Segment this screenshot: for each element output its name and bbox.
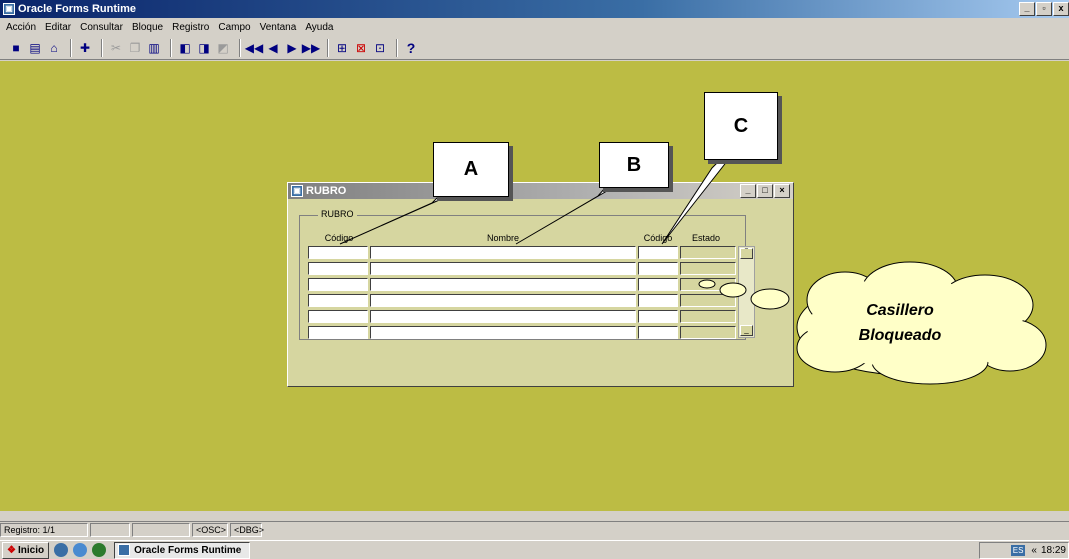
codigo2-cell[interactable] xyxy=(638,326,678,339)
insert-row-icon[interactable]: ⊞ xyxy=(334,40,350,56)
nombre-cell[interactable] xyxy=(370,294,636,307)
record-status: Registro: 1/1 xyxy=(0,522,88,537)
codigo-cell[interactable] xyxy=(308,278,368,291)
rubro-close-button[interactable]: × xyxy=(774,184,790,198)
system-tray: ES « 18:29 xyxy=(979,542,1069,559)
estado-cell xyxy=(680,278,736,291)
nombre-cell[interactable] xyxy=(370,246,636,259)
taskbar: ❖ Inicio Oracle Forms Runtime ES « 18:29 xyxy=(0,540,1069,559)
maximize-button[interactable]: ▫ xyxy=(1036,2,1052,16)
frame-label: RUBRO xyxy=(318,209,357,219)
help-icon[interactable]: ? xyxy=(403,40,419,56)
codigo2-cell[interactable] xyxy=(638,278,678,291)
callout-b: B xyxy=(599,142,669,188)
rubro-maximize-button[interactable]: □ xyxy=(757,184,773,198)
col-estado: Estado xyxy=(691,233,721,243)
previous-block-icon[interactable]: ◀◀ xyxy=(245,40,263,56)
enter-query-icon[interactable]: ◧ xyxy=(177,40,193,56)
ie-icon[interactable] xyxy=(54,543,69,557)
menu-registro[interactable]: Registro xyxy=(172,22,209,33)
dbg-indicator: <DBG> xyxy=(230,522,264,537)
menu-accion[interactable]: Acción xyxy=(6,22,36,33)
menu-consultar[interactable]: Consultar xyxy=(80,22,123,33)
oracle-forms-icon: ▣ xyxy=(3,3,15,15)
form-icon: ▣ xyxy=(291,185,303,197)
minimize-button[interactable]: _ xyxy=(1019,2,1035,16)
scroll-down-icon[interactable]: _ xyxy=(740,325,753,336)
callout-a: A xyxy=(433,142,509,197)
insert-record-icon[interactable]: ✚ xyxy=(77,40,93,56)
codigo-cell[interactable] xyxy=(308,310,368,323)
task-oracle-forms[interactable]: Oracle Forms Runtime xyxy=(114,541,251,559)
app-title: Oracle Forms Runtime xyxy=(18,3,136,15)
exit-icon[interactable]: ⌂ xyxy=(46,40,62,56)
col-codigo: Código xyxy=(324,233,354,243)
language-indicator[interactable]: ES xyxy=(1010,545,1026,556)
menu-bar: Acción Editar Consultar Bloque Registro … xyxy=(0,18,1069,36)
nombre-cell[interactable] xyxy=(370,310,636,323)
col-nombre: Nombre xyxy=(486,233,519,243)
toolbar: ■ ▤ ⌂ ✚ ✂ ❐ ▥ ◧ ◨ ◩ ◀◀ ◀ ▶ ▶▶ ⊞ ⊠ ⊡ ? xyxy=(0,36,1069,60)
estado-cell xyxy=(680,262,736,275)
cancel-query-icon[interactable]: ◩ xyxy=(215,40,231,56)
save-icon[interactable]: ■ xyxy=(8,40,24,56)
codigo-cell[interactable] xyxy=(308,326,368,339)
menu-bloque[interactable]: Bloque xyxy=(132,22,163,33)
cut-icon[interactable]: ✂ xyxy=(108,40,124,56)
rubro-title: RUBRO xyxy=(306,185,347,197)
osc-indicator: <OSC> xyxy=(192,522,228,537)
app-title-bar: ▣ Oracle Forms Runtime _ ▫ x xyxy=(0,0,1069,18)
estado-cell xyxy=(680,294,736,307)
menu-ventana[interactable]: Ventana xyxy=(260,22,297,33)
estado-cell xyxy=(680,246,736,259)
menu-campo[interactable]: Campo xyxy=(218,22,250,33)
media-icon[interactable] xyxy=(92,543,107,557)
cloud-label: Casillero Bloqueado xyxy=(858,302,942,344)
codigo-cell[interactable] xyxy=(308,246,368,259)
tray-arrows[interactable]: « xyxy=(1031,545,1037,556)
nombre-cell[interactable] xyxy=(370,262,636,275)
rubro-minimize-button[interactable]: _ xyxy=(740,184,756,198)
windows-icon: ❖ xyxy=(7,544,16,556)
paste-icon[interactable]: ▥ xyxy=(146,40,162,56)
delete-row-icon[interactable]: ⊠ xyxy=(353,40,369,56)
vertical-scrollbar[interactable]: ‾ _ xyxy=(738,246,755,338)
print-icon[interactable]: ▤ xyxy=(27,40,43,56)
clock: 18:29 xyxy=(1040,545,1066,556)
codigo2-cell[interactable] xyxy=(638,294,678,307)
col-codigo-2: Código xyxy=(643,233,673,243)
status-seg-3 xyxy=(132,522,190,537)
scroll-up-icon[interactable]: ‾ xyxy=(740,248,753,259)
codigo-cell[interactable] xyxy=(308,294,368,307)
callout-c: C xyxy=(704,92,778,160)
rubro-window: ▣ RUBRO _ □ × RUBRO Código Nombre Código… xyxy=(287,182,794,387)
estado-cell xyxy=(680,326,736,339)
status-bar: Registro: 1/1 <OSC> <DBG> xyxy=(0,521,1069,537)
nombre-cell[interactable] xyxy=(370,326,636,339)
copy-icon[interactable]: ❐ xyxy=(127,40,143,56)
next-record-icon[interactable]: ▶ xyxy=(284,40,300,56)
menu-editar[interactable]: Editar xyxy=(45,22,71,33)
desktop-icon[interactable] xyxy=(73,543,88,557)
close-button[interactable]: x xyxy=(1053,2,1069,16)
rubro-title-bar: ▣ RUBRO _ □ × xyxy=(288,183,793,199)
start-button[interactable]: ❖ Inicio xyxy=(2,541,50,559)
status-seg-2 xyxy=(90,522,130,537)
codigo2-cell[interactable] xyxy=(638,262,678,275)
estado-cell xyxy=(680,310,736,323)
previous-record-icon[interactable]: ◀ xyxy=(265,40,281,56)
codigo2-cell[interactable] xyxy=(638,310,678,323)
oracle-forms-task-icon xyxy=(118,544,131,556)
nombre-cell[interactable] xyxy=(370,278,636,291)
codigo-cell[interactable] xyxy=(308,262,368,275)
codigo2-cell[interactable] xyxy=(638,246,678,259)
next-block-icon[interactable]: ▶▶ xyxy=(302,40,320,56)
execute-query-icon[interactable]: ◨ xyxy=(196,40,212,56)
menu-ayuda[interactable]: Ayuda xyxy=(305,22,333,33)
lock-record-icon[interactable]: ⊡ xyxy=(372,40,388,56)
